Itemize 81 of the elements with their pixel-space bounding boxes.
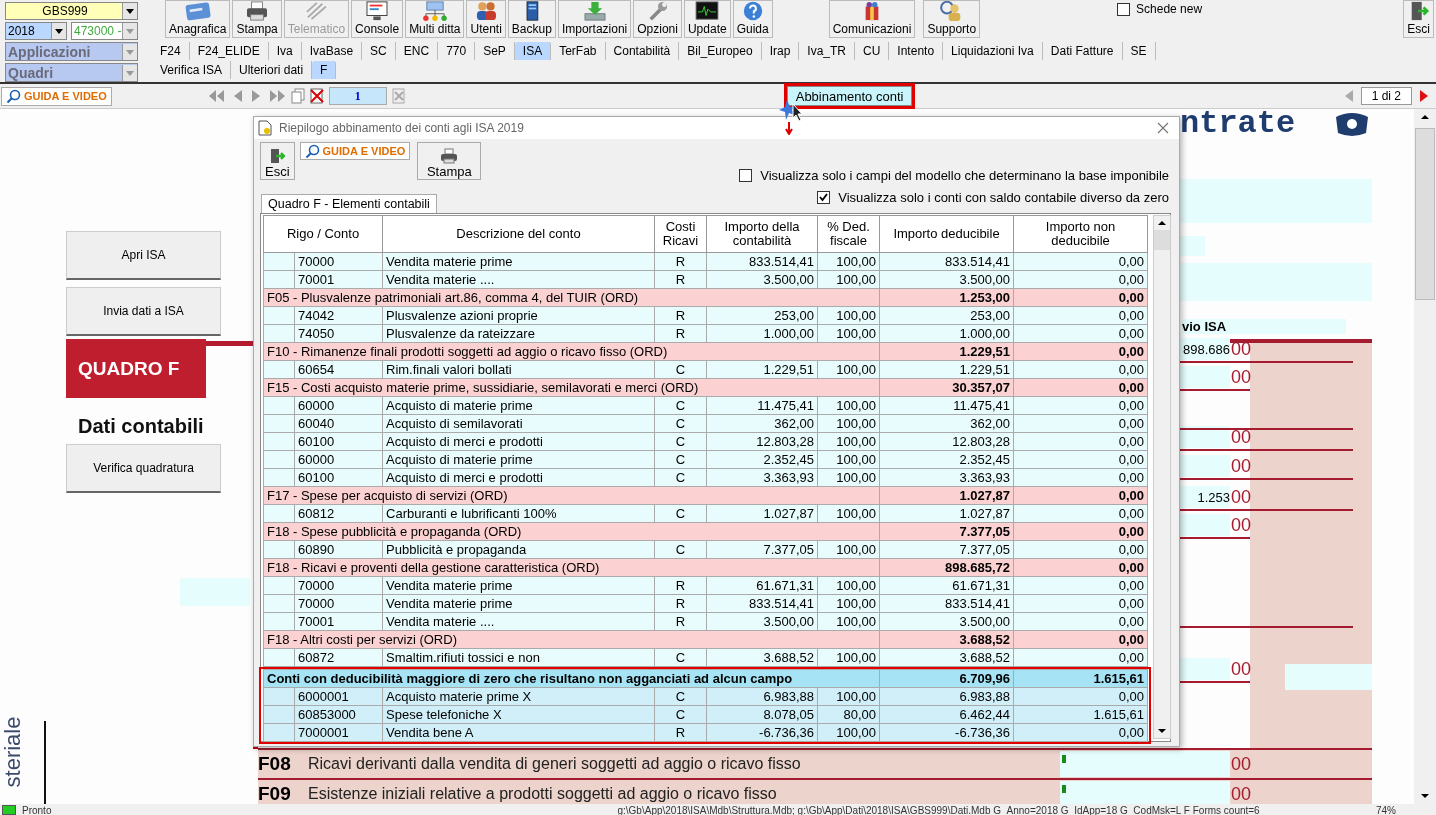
app-tab[interactable]: Dati Fatture <box>1042 42 1123 60</box>
column-header: Importo non deducibile <box>1013 215 1148 253</box>
dialog-title: Riepilogo abbinamento dei conti agli ISA 2019 <box>279 121 524 135</box>
app-tab[interactable]: Bil_Europeo <box>679 42 762 60</box>
sub-tab[interactable]: F <box>312 61 337 79</box>
toolbar-button[interactable]: Stampa <box>232 0 282 38</box>
toolbar-button[interactable]: Supporto <box>923 0 981 38</box>
app-tab[interactable]: Contabilità <box>605 42 680 60</box>
line-text: Ricavi derivanti dalla vendita di generi soggetti ad aggio o ricavo fisso <box>308 755 802 773</box>
toolbar-button[interactable]: Opzioni <box>633 0 682 38</box>
section-title: QUADRO F <box>66 339 206 398</box>
app-tab[interactable]: F24_ELIDE <box>189 42 269 60</box>
cents-text: 00 <box>1231 753 1252 775</box>
amount-field[interactable]: 898.686 <box>1180 338 1230 360</box>
cents-text: 00 <box>1231 426 1252 449</box>
zoom-level: 74% <box>1376 804 1396 815</box>
verify-button[interactable]: Verifica quadratura <box>66 444 221 493</box>
path-text: g:\Gb\App\2018\ISA\Mdb\Struttura.Mdb; g:\Gb\App\Dati\2018\ISA\GBS999\Dati.Mdb G_Anno=2018 G_IdApp=18 G_CodMsk=L F Forms count=6 <box>617 804 1260 815</box>
app-tab[interactable]: SE <box>1122 42 1156 60</box>
match-accounts-button[interactable]: Abbinamento conti <box>786 86 913 106</box>
app-tab[interactable]: Irap <box>761 42 800 60</box>
line-text: Esistenze iniziali relative a prodotti soggetti ad aggio o ricavo fisso <box>308 785 778 803</box>
toolbar-button[interactable]: Multi ditta <box>405 0 465 38</box>
toolbar-button[interactable]: Utenti <box>466 0 506 38</box>
app-tab[interactable]: IvaBase <box>301 42 363 60</box>
option-checkbox[interactable]: Visualizza solo i conti con saldo contabile diverso da zero <box>817 190 1169 205</box>
app-tab[interactable]: 770 <box>438 42 476 60</box>
app-tab[interactable]: Iva <box>268 42 302 60</box>
option-checkbox[interactable]: Visualizza solo i campi del modello che determinano la base imponibile <box>739 168 1169 183</box>
column-header: Importo della contabilità <box>706 215 818 253</box>
column-header: % Ded. fiscale <box>817 215 880 253</box>
app-tab[interactable]: Intento <box>889 42 944 60</box>
cents-text: 00 <box>1231 783 1252 804</box>
app-tab[interactable]: SC <box>362 42 396 60</box>
cents-text: 00 <box>1231 658 1252 681</box>
column-header: Descrizione del conto <box>382 215 655 253</box>
exit-button[interactable]: Esci <box>260 142 295 180</box>
cents-text: 00 <box>1231 514 1252 537</box>
table-cell: 6.709,96 <box>879 669 1014 688</box>
open-isa-button[interactable]: Apri ISA <box>66 231 221 280</box>
send-isa-button[interactable]: Invia dati a ISA <box>66 287 221 336</box>
app-tab[interactable]: TerFab <box>551 42 606 60</box>
section-subtitle: Dati contabili <box>78 415 204 438</box>
toolbar-button[interactable]: Anagrafica <box>165 0 231 38</box>
side-text: steriale <box>0 716 27 788</box>
toolbar-button[interactable]: Backup <box>507 0 556 38</box>
page-counter: 1 di 2 <box>1360 87 1412 105</box>
app-tab[interactable]: ENC <box>395 42 439 60</box>
column-header: Costi Ricavi <box>654 215 707 253</box>
app-tab[interactable]: ISA <box>514 42 552 60</box>
amount-field[interactable]: 1.253 <box>1180 486 1230 508</box>
logo-text: ntrate <box>1180 109 1296 142</box>
app-tab[interactable]: Liquidazioni Iva <box>943 42 1043 60</box>
column-header: Rigo / Conto <box>263 215 383 253</box>
status-text: Pronto <box>22 804 52 815</box>
toolbar-button[interactable]: Update <box>683 0 731 38</box>
app-tab[interactable]: CU <box>855 42 890 60</box>
line-code: F08 <box>258 753 292 775</box>
cents-text: 00 <box>1231 486 1252 509</box>
app-tab[interactable]: SeP <box>475 42 515 60</box>
line-code: F09 <box>258 783 292 804</box>
panel-tab[interactable]: Quadro F - Elementi contabili <box>261 194 437 213</box>
toolbar-button[interactable]: Console <box>351 0 404 38</box>
cents-text: 00 <box>1231 366 1252 389</box>
schede-new-checkbox[interactable]: Schede new <box>1117 2 1203 16</box>
column-heading: vio ISA <box>1182 319 1347 334</box>
group-title: Conti con deducibilità maggiore di zero che risultano non agganciati ad alcun campo <box>263 669 880 688</box>
sub-tab[interactable]: Verifica ISA <box>152 61 232 79</box>
print-button[interactable]: Stampa <box>417 142 482 180</box>
app-tab[interactable]: Iva_TR <box>799 42 855 60</box>
company-combo[interactable]: GBS999 <box>5 2 138 20</box>
app-tab[interactable]: F24 <box>152 42 190 60</box>
cents-text: 00 <box>1231 455 1252 478</box>
table-cell: 1.615,61 <box>1013 669 1148 688</box>
year-combo[interactable]: 2018 <box>5 22 67 40</box>
toolbar-button[interactable]: Guida <box>732 0 773 38</box>
column-header: Importo deducibile <box>879 215 1014 253</box>
toolbar-button[interactable]: Comunicazioni <box>828 0 916 38</box>
page-field[interactable]: 1 <box>328 87 387 105</box>
exit-button[interactable]: Esci <box>1403 0 1434 38</box>
toolbar-button[interactable]: Importazioni <box>557 0 632 38</box>
